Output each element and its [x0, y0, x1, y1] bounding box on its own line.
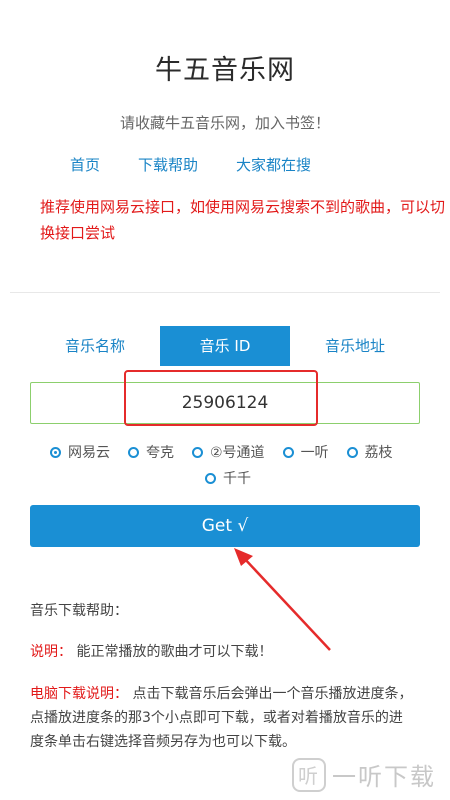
watermark-text: 一听下载: [332, 763, 436, 791]
annotation-arrow: [234, 548, 331, 651]
arrow-shaft: [242, 556, 331, 651]
note-line: 说明： 能正常播放的歌曲才可以下载！: [30, 641, 272, 661]
note-label: 说明：: [30, 644, 72, 660]
help-title: 音乐下载帮助：: [30, 603, 128, 619]
watermark-logo-icon: 听: [292, 757, 326, 792]
pc-label: 电脑下载说明：: [30, 686, 128, 702]
watermark: 听 一听下载: [292, 757, 436, 792]
note-text: 能正常播放的歌曲才可以下载！: [76, 644, 273, 660]
pc-download-instructions: 电脑下载说明： 点击下载音乐后会弹出一个音乐播放进度条，点播放进度条的那3个小点…: [30, 682, 415, 754]
